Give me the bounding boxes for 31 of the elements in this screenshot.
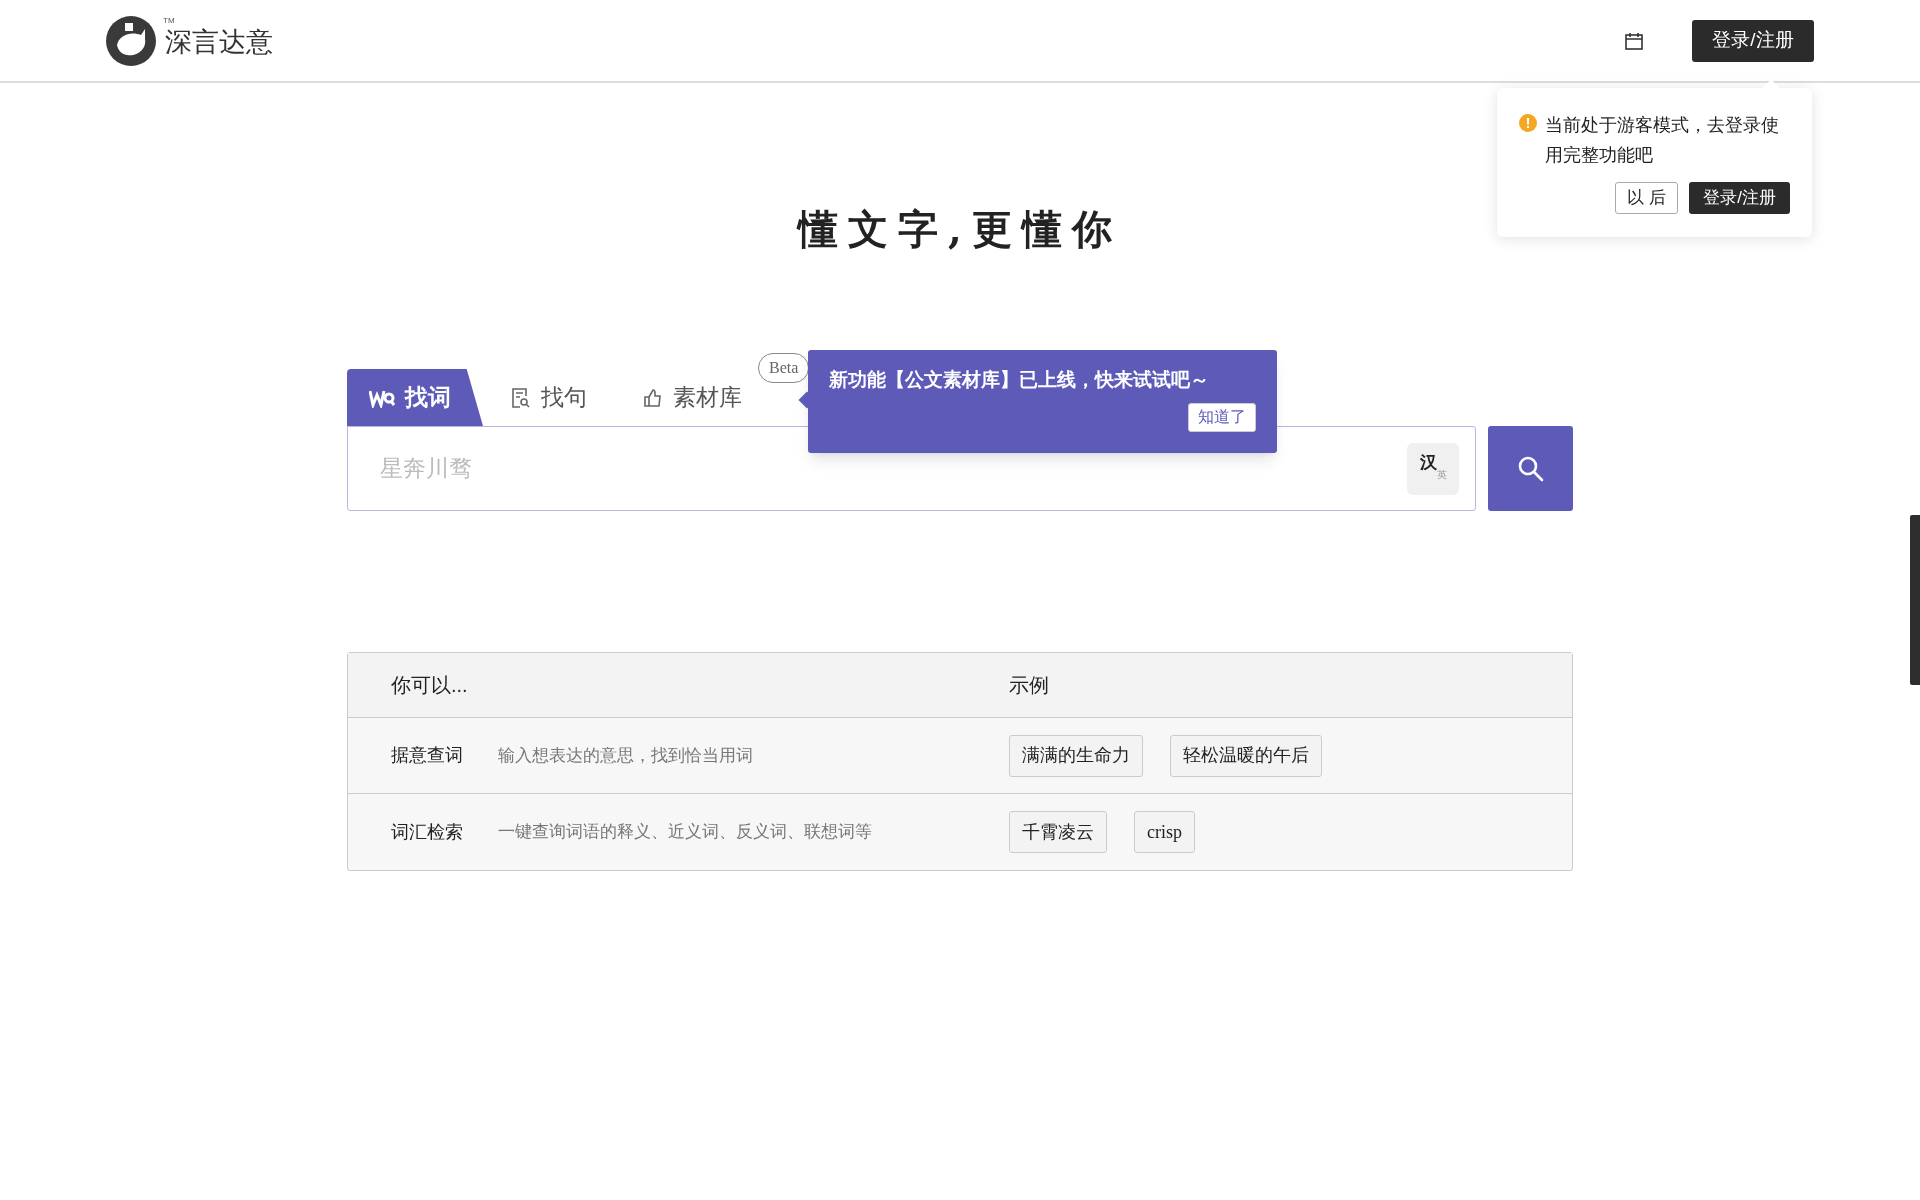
example-chip[interactable]: 千霄凌云: [1009, 811, 1107, 853]
feature-title: 据意查词: [391, 744, 463, 767]
beta-badge: Beta: [758, 353, 810, 383]
logo-icon: [105, 14, 157, 67]
slogan: 懂文字,更懂你: [798, 204, 1122, 254]
feature-description: 输入想表达的意思，找到恰当用词: [498, 744, 753, 767]
document-search-icon: [511, 386, 531, 409]
thumb-up-icon: [643, 387, 663, 408]
search-tab[interactable]: 找词: [347, 369, 483, 426]
example-chip[interactable]: 满满的生命力: [1009, 734, 1143, 777]
tooltip-text: 新功能【公文素材库】已上线，快来试试吧～: [829, 368, 1210, 392]
login-button[interactable]: 登录/注册: [1692, 19, 1814, 62]
feature-title: 词汇检索: [391, 820, 463, 844]
column-header: 示例: [1009, 673, 1049, 698]
feature-description: 一键查询词语的释义、近义词、反义词、联想词等: [498, 821, 872, 844]
later-button[interactable]: 以 后: [1615, 182, 1678, 214]
search-field[interactable]: 星奔川骛 汉 英: [347, 426, 1476, 511]
got-it-button[interactable]: 知道了: [1188, 402, 1256, 432]
logo-text: 深言达意: [165, 26, 273, 60]
search-icon: [1516, 454, 1545, 483]
search-button[interactable]: [1488, 426, 1573, 511]
trademark: TM: [163, 14, 175, 27]
calendar-icon[interactable]: [1624, 30, 1644, 51]
example-chip[interactable]: 轻松温暖的午后: [1170, 734, 1322, 777]
example-chip[interactable]: crisp: [1134, 811, 1195, 853]
login-button[interactable]: 登录/注册: [1689, 182, 1790, 214]
guest-mode-message: 当前处于游客模式，去登录使用完整功能吧: [1545, 114, 1780, 167]
language-toggle[interactable]: 汉 英: [1407, 442, 1459, 495]
warning-icon: [1519, 114, 1537, 132]
column-header: 你可以...: [390, 673, 469, 698]
search-tab[interactable]: 找句: [483, 369, 615, 426]
